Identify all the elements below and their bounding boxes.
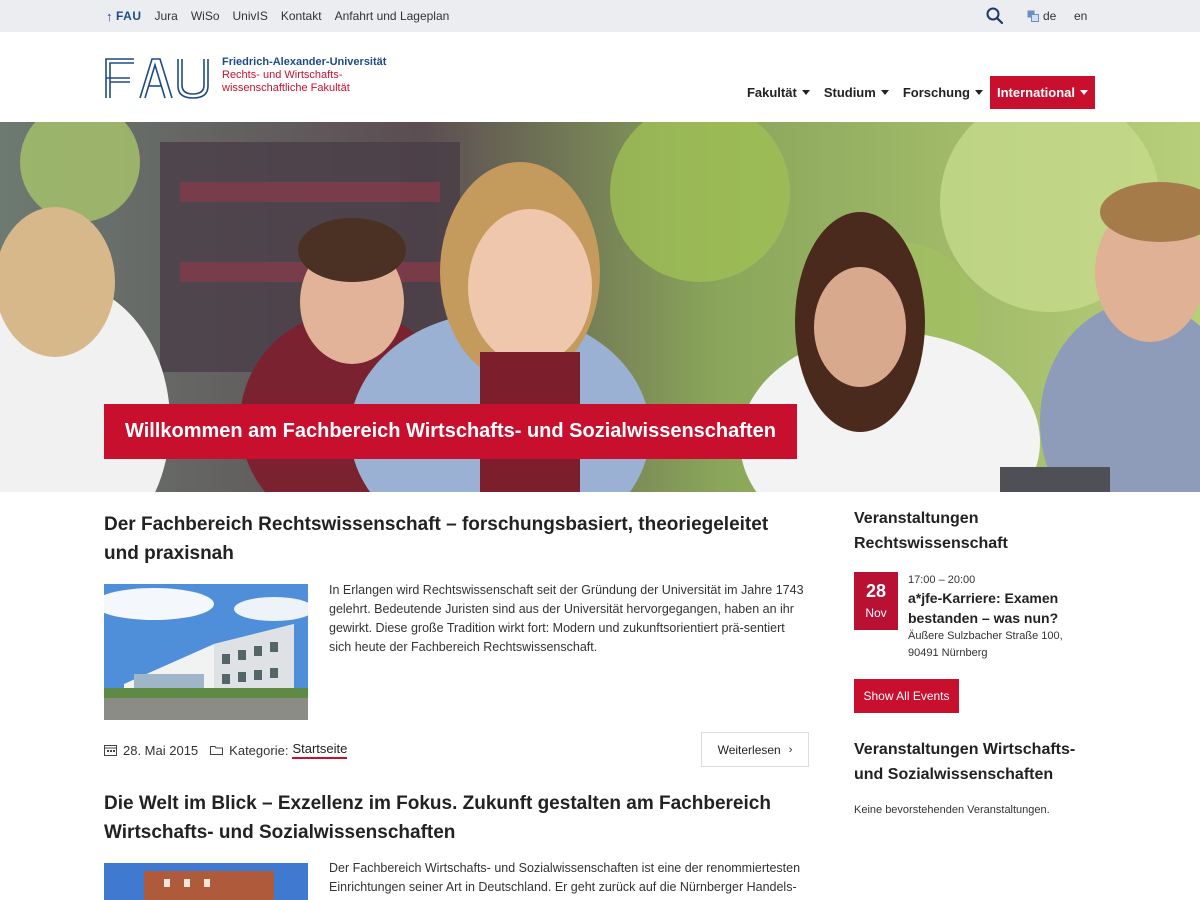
event-location-line2: 90491 Nürnberg [908,647,988,659]
no-events-text: Keine bevorstehenden Veranstaltungen. [854,804,1050,816]
law-events-heading: Veranstaltungen Rechtswissenschaft [854,510,1008,552]
caret-down-icon [801,90,810,95]
utility-link-univis[interactable]: UnivIS [233,9,268,23]
university-name: Friedrich-Alexander-Universität [222,56,387,68]
event-date-badge: 28 Nov [854,572,898,630]
utility-link-anfahrt[interactable]: Anfahrt und Lageplan [335,9,450,23]
faculty-name: Friedrich-Alexander-Universität Rechts- … [222,56,386,95]
fau-home-label: FAU [116,9,142,23]
caret-down-icon [1080,90,1088,95]
main-nav: Fakultät Studium Forschung International [740,76,1095,109]
lang-en-label: en [1074,9,1088,23]
read-more-button[interactable]: Weiterlesen › [701,732,809,767]
language-switch-en[interactable]: en [1074,0,1087,32]
utility-links: ↑ FAU Jura WiSo UnivIS Kontakt Anfahrt u… [106,0,462,32]
article-date: 28. Mai 2015 [123,742,199,758]
wiso-events-heading: Veranstaltungen Wirtschafts- und Sozialw… [854,741,1076,783]
faculty-name-line2: wissenschaftliche Fakultät [222,82,350,94]
nav-label: Fakultät [746,85,797,100]
show-all-events-button[interactable]: Show All Events [854,679,959,713]
utility-link-jura[interactable]: Jura [155,9,178,23]
faculty-name-line1: Rechts- und Wirtschafts- [222,69,343,81]
nav-item-fakultaet[interactable]: Fakultät [740,76,817,109]
lang-de-label: de [1043,9,1057,23]
fau-home-link[interactable]: ↑ FAU [106,9,142,24]
nav-label: Studium [823,85,876,100]
calendar-icon [104,745,117,756]
event-item[interactable]: 28 Nov 17:00 – 20:00 a*jfe-Karriere: Exa… [854,572,1098,662]
arrow-up-icon: ↑ [106,8,113,24]
fau-logo-mark [105,58,209,99]
language-switch-de[interactable]: de [1027,0,1056,32]
article-excerpt: Der Fachbereich Wirtschafts- und Sozialw… [329,861,801,894]
utility-bar: ↑ FAU Jura WiSo UnivIS Kontakt Anfahrt u… [0,0,1200,32]
site-header: Friedrich-Alexander-Universität Rechts- … [0,32,1200,122]
article-thumbnail[interactable] [104,584,308,720]
search-icon[interactable] [985,6,1005,26]
nav-label: Forschung [902,85,970,100]
article-title[interactable]: Der Fachbereich Rechtswissenschaft – for… [104,510,804,568]
event-time: 17:00 – 20:00 [908,574,976,586]
hero-banner: Willkommen am Fachbereich Wirtschafts- u… [104,404,797,459]
event-month: Nov [865,606,887,620]
utility-link-kontakt[interactable]: Kontakt [281,9,322,23]
article-thumbnail[interactable] [104,863,308,900]
event-day: 28 [865,581,887,601]
caret-down-icon [974,90,983,95]
event-location-line1: Äußere Sulzbacher Straße 100, [908,630,1063,642]
article-title[interactable]: Die Welt im Blick – Exzellenz im Fokus. … [104,789,804,847]
event-info: 17:00 – 20:00 a*jfe-Karriere: Examen bes… [908,572,1098,662]
chevron-right-icon: › [788,743,793,756]
nav-item-studium[interactable]: Studium [817,76,896,109]
utility-link-wiso[interactable]: WiSo [191,9,220,23]
caret-down-icon [880,90,889,95]
nav-item-forschung[interactable]: Forschung [896,76,990,109]
folder-icon [210,746,224,755]
translate-icon [1027,10,1039,22]
nav-label: International [996,85,1075,100]
event-title[interactable]: a*jfe-Karriere: Examen bestanden – was n… [908,588,1098,628]
category-label: Kategorie: [229,742,289,758]
nav-item-international[interactable]: International [989,76,1095,109]
article-meta: 28. Mai 2015 Kategorie: Startseite [104,741,348,759]
article-excerpt: In Erlangen wird Rechtswissenschaft seit… [329,583,804,654]
hero: Willkommen am Fachbereich Wirtschafts- u… [0,122,1200,492]
category-link[interactable]: Startseite [292,741,348,759]
read-more-label: Weiterlesen [717,742,781,757]
faculty-logo[interactable]: Friedrich-Alexander-Universität Rechts- … [104,56,386,100]
